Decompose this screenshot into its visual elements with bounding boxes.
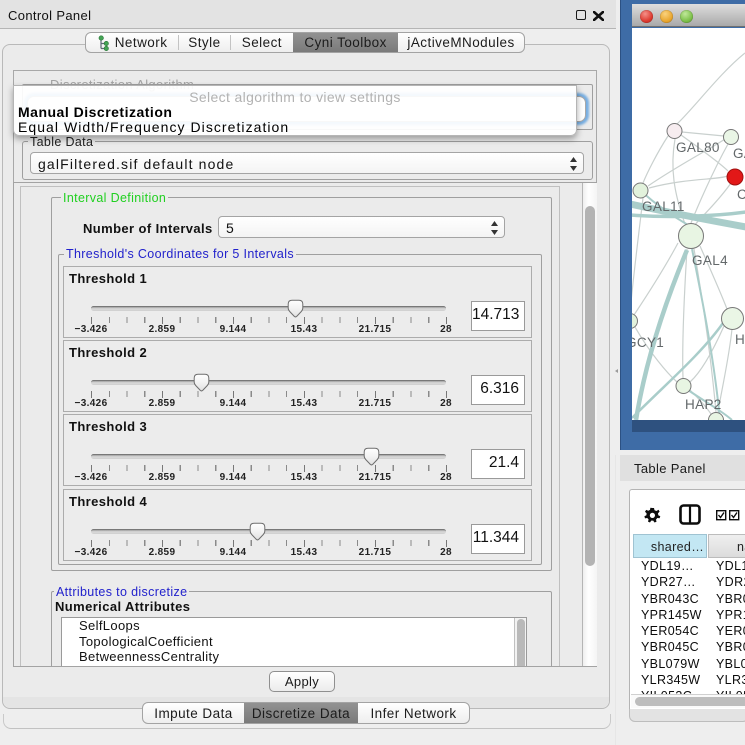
svg-text:GA: GA — [733, 146, 745, 161]
svg-text:HAP2: HAP2 — [685, 397, 722, 412]
svg-text:GAL11: GAL11 — [642, 199, 685, 214]
svg-text:GAL4: GAL4 — [692, 253, 728, 268]
svg-text:H: H — [735, 332, 745, 347]
svg-text:GCY1: GCY1 — [632, 335, 664, 350]
svg-text:GAL80: GAL80 — [676, 140, 720, 155]
svg-text:C: C — [737, 187, 745, 202]
